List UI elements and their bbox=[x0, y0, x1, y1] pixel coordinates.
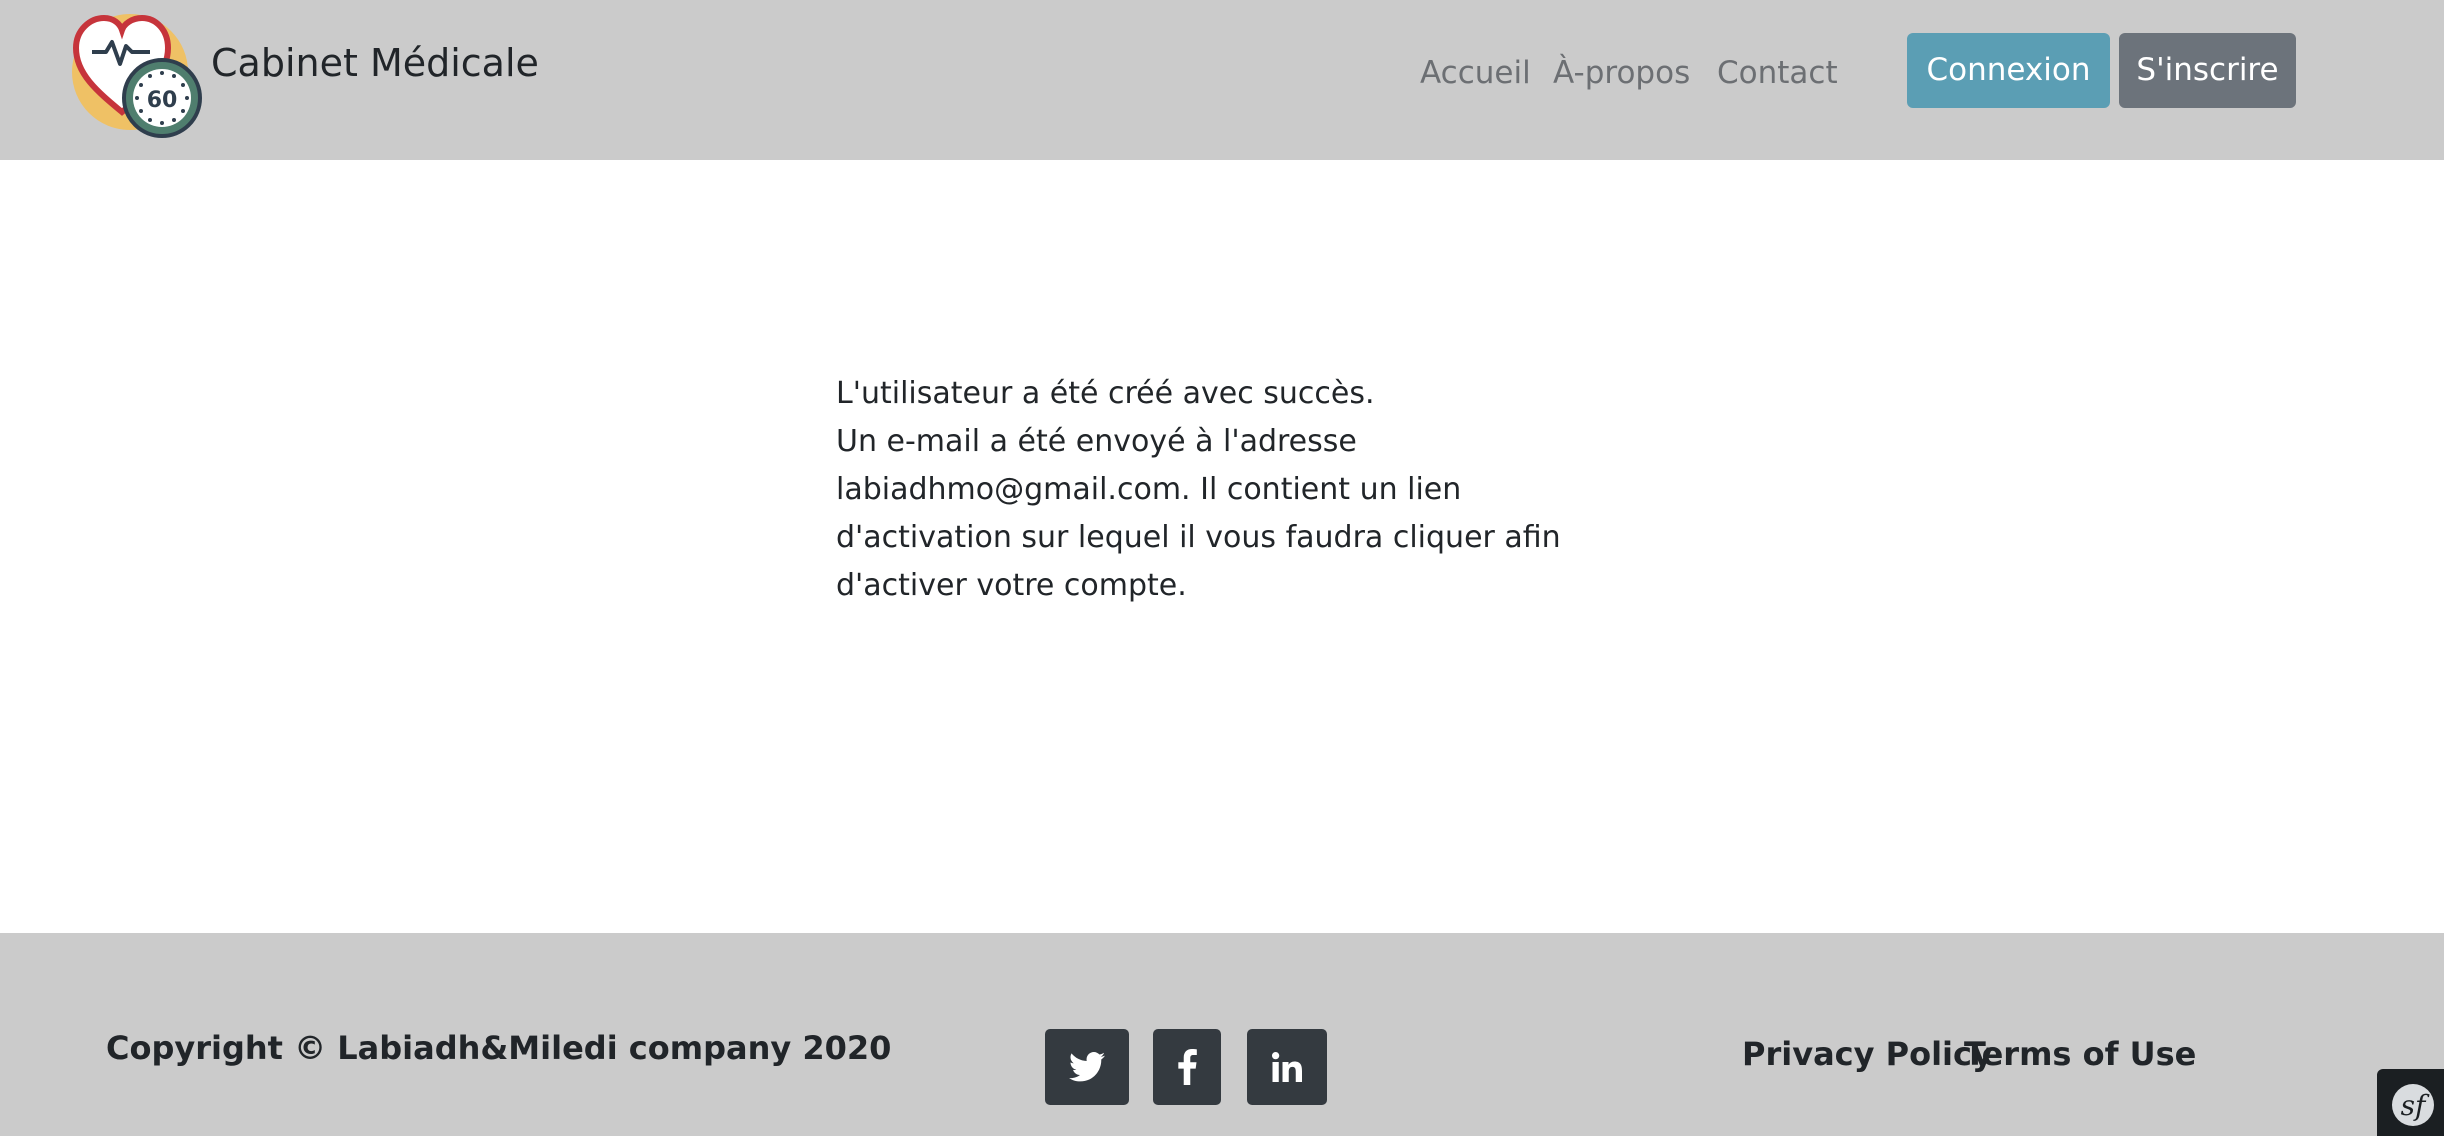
twitter-button[interactable] bbox=[1045, 1029, 1129, 1105]
message-line: d'activation sur lequel il vous faudra c… bbox=[836, 520, 1561, 555]
copyright-text: Copyright © Labiadh&Miledi company 2020 bbox=[106, 1029, 892, 1067]
linkedin-button[interactable] bbox=[1247, 1029, 1327, 1105]
nav-link-a-propos[interactable]: À-propos bbox=[1553, 55, 1690, 91]
privacy-policy-link[interactable]: Privacy Policy bbox=[1742, 1035, 1993, 1073]
message-line: d'activer votre compte. bbox=[836, 568, 1187, 603]
facebook-icon bbox=[1178, 1049, 1197, 1085]
nav-link-accueil[interactable]: Accueil bbox=[1420, 55, 1531, 91]
linkedin-icon bbox=[1272, 1052, 1302, 1082]
twitter-icon bbox=[1069, 1052, 1105, 1082]
message-line: Un e-mail a été envoyé à l'adresse bbox=[836, 424, 1357, 459]
symfony-toolbar-button[interactable]: sf bbox=[2377, 1069, 2444, 1136]
logo-heart-clock-icon[interactable]: 60 bbox=[70, 6, 206, 142]
nav-link-contact[interactable]: Contact bbox=[1717, 55, 1838, 91]
logo-badge-number: 60 bbox=[147, 88, 178, 113]
symfony-icon: sf bbox=[2392, 1084, 2434, 1126]
terms-of-use-link[interactable]: Terms of Use bbox=[1964, 1035, 2196, 1073]
footer: Copyright © Labiadh&Miledi company 2020 … bbox=[0, 933, 2444, 1136]
navbar: 60 Cabinet Médicale Accueil À-propos Con… bbox=[0, 0, 2444, 160]
message-line: labiadhmo@gmail.com. Il contient un lien bbox=[836, 472, 1462, 507]
brand-name[interactable]: Cabinet Médicale bbox=[211, 41, 539, 85]
login-button[interactable]: Connexion bbox=[1907, 33, 2110, 108]
message-line: L'utilisateur a été créé avec succès. bbox=[836, 376, 1375, 411]
success-message: L'utilisateur a été créé avec succès. Un… bbox=[836, 370, 1561, 610]
signup-button[interactable]: S'inscrire bbox=[2119, 33, 2296, 108]
facebook-button[interactable] bbox=[1153, 1029, 1221, 1105]
